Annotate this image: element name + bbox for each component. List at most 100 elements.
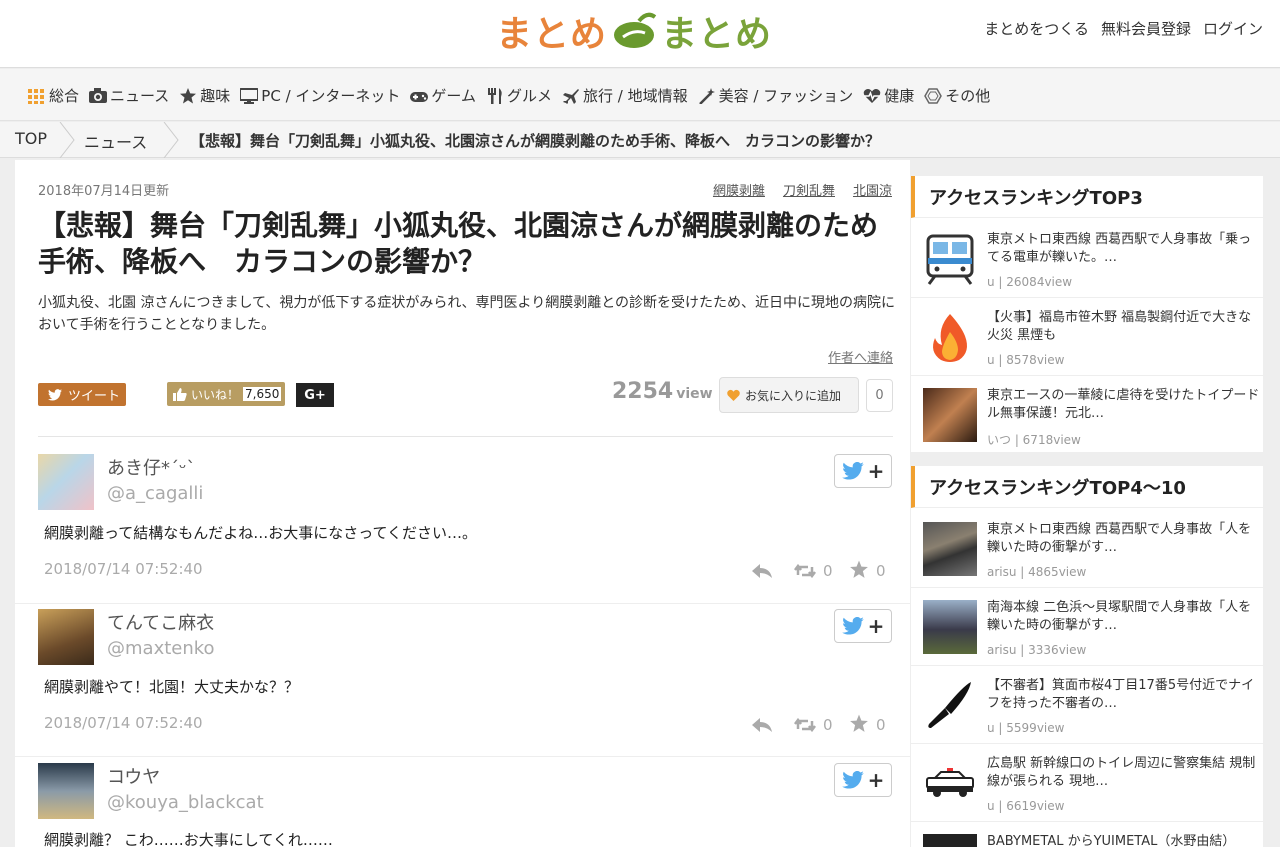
ranking-item[interactable]: 【火事】福島市笹木野 福島製鋼付近で大きな火災 黒煙も u | 8578view bbox=[911, 298, 1263, 376]
tweet-card: てんてこ麻衣 @maxtenko + 網膜剥離やて！北園！大丈夫かな？？ 201… bbox=[15, 603, 910, 753]
avatar[interactable] bbox=[38, 454, 94, 510]
favorite-button[interactable]: お気に入りに追加 bbox=[719, 377, 859, 413]
logo-text-right: まとめ bbox=[661, 14, 773, 55]
category-general[interactable]: 総合 bbox=[28, 85, 79, 106]
category-other[interactable]: その他 bbox=[924, 85, 990, 106]
retweet-count: 0 bbox=[823, 562, 833, 580]
tweet-author-name[interactable]: あき仔*´ᵕ` bbox=[107, 454, 195, 480]
grid-icon bbox=[28, 88, 46, 104]
reply-icon[interactable] bbox=[751, 716, 773, 734]
site-header: まとめ まとめ まとめをつくる 無料会員登録 ログイン bbox=[0, 0, 1280, 68]
chevron-right-icon bbox=[59, 122, 75, 158]
ranking-item[interactable]: BABYMETAL からYUIMETAL（水野由結） bbox=[911, 822, 1263, 847]
ranking-item-title: 東京メトロ東西線 西葛西駅で人身事故「乗ってる電車が轢いた。… bbox=[987, 232, 1252, 265]
favorite-count-tweet: 0 bbox=[876, 716, 886, 734]
camera-icon bbox=[89, 87, 108, 104]
ranking-item-title: 【火事】福島市笹木野 福島製鋼付近で大きな火災 黒煙も bbox=[987, 310, 1252, 343]
tag-link[interactable]: 網膜剥離 bbox=[713, 180, 765, 199]
google-plus-button[interactable]: G+ bbox=[296, 383, 334, 407]
knife-icon bbox=[923, 678, 977, 732]
twitter-bird-icon bbox=[841, 771, 864, 789]
article-description: 小狐丸役、北園 涼さんにつきまして、視力が低下する症状がみられ、専門医より網膜剥… bbox=[38, 295, 896, 333]
twitter-follow-button[interactable]: + bbox=[834, 609, 892, 643]
create-matome-link[interactable]: まとめをつくる bbox=[984, 18, 1089, 39]
tweet-timestamp[interactable]: 2018/07/14 07:52:40 bbox=[44, 714, 203, 732]
category-pc-internet[interactable]: PC / インターネット bbox=[239, 85, 400, 106]
ranking-item[interactable]: 東京エースの一華綾に虐待を受けたトイプードル無事保護！元北… いつ | 6718… bbox=[911, 376, 1263, 452]
wand-icon bbox=[698, 87, 716, 105]
ranking-item[interactable]: 東京メトロ東西線 西葛西駅で人身事故「乗ってる電車が轢いた。… u | 2608… bbox=[911, 220, 1263, 298]
favorite-star-icon[interactable] bbox=[849, 714, 869, 733]
plus-icon: + bbox=[867, 768, 885, 792]
category-beauty-fashion[interactable]: 美容 / ファッション bbox=[698, 85, 853, 106]
avatar[interactable] bbox=[38, 763, 94, 819]
category-travel[interactable]: 旅行 / 地域情報 bbox=[562, 85, 688, 106]
ranking-thumbnail bbox=[923, 522, 977, 576]
heart-icon bbox=[727, 389, 740, 401]
tag-link[interactable]: 刀剣乱舞 bbox=[783, 180, 835, 199]
avatar[interactable] bbox=[38, 609, 94, 665]
login-link[interactable]: ログイン bbox=[1203, 18, 1263, 39]
tweet-text: 網膜剥離やて！北園！大丈夫かな？？ bbox=[44, 678, 300, 696]
ranking-top3-heading: アクセスランキングTOP3 bbox=[911, 176, 1263, 218]
like-button[interactable]: いいね！ 7,650 bbox=[167, 382, 285, 406]
retweet-icon[interactable] bbox=[794, 717, 816, 733]
breadcrumb-category[interactable]: ニュース bbox=[84, 129, 147, 153]
category-game[interactable]: ゲーム bbox=[410, 85, 476, 106]
ranking-item[interactable]: 広島駅 新幹線口のトイレ周辺に警察集結 規制線が張られる 現地… u | 661… bbox=[911, 744, 1263, 822]
ranking-item-meta: いつ | 6718view bbox=[987, 433, 1081, 447]
category-news[interactable]: ニュース bbox=[89, 85, 169, 106]
ranking-item-title: 東京エースの一華綾に虐待を受けたトイプードル無事保護！元北… bbox=[987, 388, 1260, 421]
train-icon bbox=[923, 232, 977, 286]
tweet-author-name[interactable]: コウヤ bbox=[107, 763, 160, 789]
breadcrumb-top[interactable]: TOP bbox=[15, 129, 47, 148]
divider bbox=[38, 436, 893, 437]
breadcrumb: TOP ニュース 【悲報】舞台「刀剣乱舞」小狐丸役、北園涼さんが網膜剥離のため手… bbox=[0, 122, 1280, 158]
ranking-item-meta: u | 26084view bbox=[987, 275, 1073, 289]
tweet-card: コウヤ @kouya_blackcat + 網膜剥離？ こわ……お大事にしてくれ… bbox=[15, 756, 910, 847]
ranking-top4-10: アクセスランキングTOP4〜10 東京メトロ東西線 西葛西駅で人身事故「人を轢い… bbox=[911, 466, 1263, 847]
police-car-icon bbox=[923, 756, 977, 810]
tweet-author-name[interactable]: てんてこ麻衣 bbox=[107, 609, 214, 635]
twitter-follow-button[interactable]: + bbox=[834, 763, 892, 797]
tweet-card: あき仔*´ᵕ` @a_cagalli + 網膜剥離って結構なもんだよね…お大事に… bbox=[15, 450, 910, 600]
ranking-item-meta: u | 8578view bbox=[987, 353, 1065, 367]
category-health[interactable]: 健康 bbox=[863, 85, 914, 106]
plane-icon bbox=[562, 88, 580, 104]
ranking-item-meta: arisu | 4865view bbox=[987, 565, 1087, 579]
article-main: 2018年07月14日更新 網膜剥離 刀剣乱舞 北園涼 【悲報】舞台「刀剣乱舞」… bbox=[15, 160, 910, 847]
ranking-thumbnail bbox=[923, 388, 977, 442]
logo-text-left: まとめ bbox=[496, 14, 608, 55]
tweet-text: 網膜剥離？ こわ……お大事にしてくれ…… bbox=[44, 831, 333, 847]
tweet-author-handle[interactable]: @maxtenko bbox=[107, 638, 215, 659]
breadcrumb-current: 【悲報】舞台「刀剣乱舞」小狐丸役、北園涼さんが網膜剥離のため手術、降板へ カラコ… bbox=[190, 132, 881, 150]
ranking-thumbnail bbox=[923, 834, 977, 847]
twitter-bird-icon bbox=[841, 462, 864, 480]
ranking-item[interactable]: 【不審者】箕面市桜4丁目17番5号付近でナイフを持った不審者の… u | 559… bbox=[911, 666, 1263, 744]
retweet-count: 0 bbox=[823, 716, 833, 734]
monitor-icon bbox=[239, 87, 260, 104]
favorite-star-icon[interactable] bbox=[849, 560, 869, 579]
reply-icon[interactable] bbox=[751, 562, 773, 580]
tweet-author-handle[interactable]: @kouya_blackcat bbox=[107, 792, 264, 813]
ranking-item[interactable]: 東京メトロ東西線 西葛西駅で人身事故「人を轢いた時の衝撃がす… arisu | … bbox=[911, 510, 1263, 588]
site-logo[interactable]: まとめ まとめ bbox=[496, 6, 772, 56]
ranking-thumbnail bbox=[923, 600, 977, 654]
twitter-follow-button[interactable]: + bbox=[834, 454, 892, 488]
ranking-item-meta: u | 6619view bbox=[987, 799, 1065, 813]
fork-knife-icon bbox=[486, 87, 504, 104]
category-gourmet[interactable]: グルメ bbox=[486, 85, 552, 106]
category-hobby[interactable]: 趣味 bbox=[179, 85, 230, 106]
thumbs-up-icon bbox=[173, 387, 187, 401]
tweet-button[interactable]: ツイート bbox=[38, 383, 126, 406]
plus-icon: + bbox=[867, 459, 885, 483]
tag-link[interactable]: 北園涼 bbox=[853, 180, 892, 199]
tweet-timestamp[interactable]: 2018/07/14 07:52:40 bbox=[44, 560, 203, 578]
register-link[interactable]: 無料会員登録 bbox=[1101, 18, 1191, 39]
tweet-author-handle[interactable]: @a_cagalli bbox=[107, 483, 203, 504]
header-nav: まとめをつくる 無料会員登録 ログイン bbox=[984, 18, 1263, 39]
ranking-item[interactable]: 南海本線 二色浜〜貝塚駅間で人身事故「人を轢いた時の衝撃がす… arisu | … bbox=[911, 588, 1263, 666]
retweet-icon[interactable] bbox=[794, 563, 816, 579]
heartbeat-icon bbox=[863, 88, 881, 104]
contact-author-link[interactable]: 作者へ連絡 bbox=[828, 347, 893, 366]
